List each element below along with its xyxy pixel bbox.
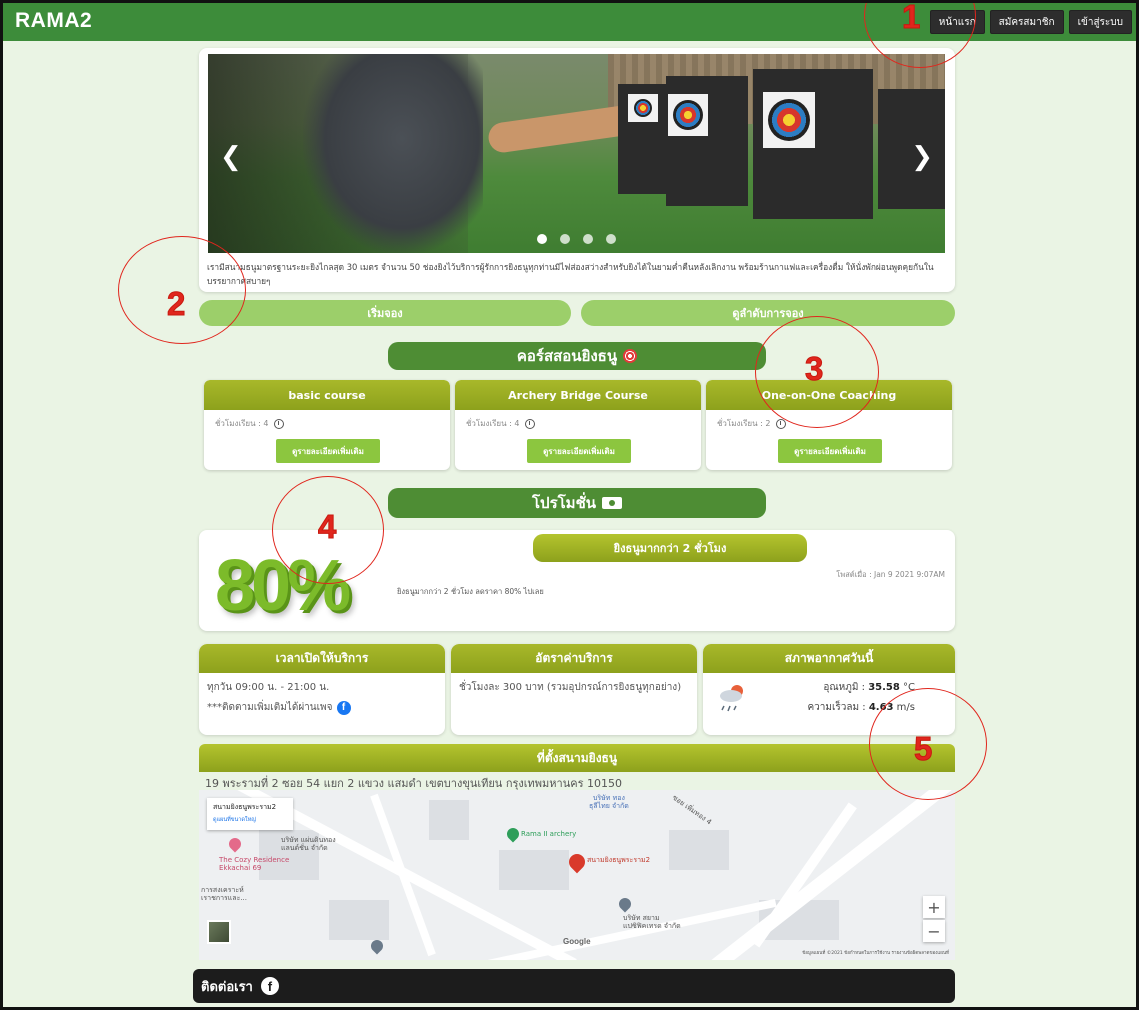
course-hours: ชั่วโมงเรียน : 4 <box>215 417 285 430</box>
annotation-number: 2 <box>166 285 186 323</box>
map-larger-link[interactable]: ดูแผนที่ขนาดใหญ่ <box>213 816 287 824</box>
map-label-rama-archery: Rama II archery <box>521 830 577 838</box>
promotion-title: โปรโมชั่น <box>388 488 766 518</box>
annotation-number: 4 <box>317 508 337 546</box>
hero-card: ❮ ❯ เรามีสนามธนูมาตรฐานระยะยิงไกลสุด 30 … <box>199 48 955 292</box>
promotion-text: ยิงธนูมากกว่า 2 ชั่วโมง ลดราคา 80% ไปเลย <box>397 587 544 596</box>
promotion-headline[interactable]: ยิงธนูมากกว่า 2 ชั่วโมง <box>533 534 807 562</box>
course-detail-button[interactable]: ดูรายละเอียดเพิ่มเติม <box>527 439 631 463</box>
annotation-number: 1 <box>901 0 921 36</box>
hero-caption: เรามีสนามธนูมาตรฐานระยะยิงไกลสุด 30 เมตร… <box>207 262 934 286</box>
map-label-company-top: บริษัท ทอง ธุลีไทย จำกัด <box>589 794 629 810</box>
carousel-prev-arrow[interactable]: ❮ <box>220 142 242 172</box>
map-pin-icon[interactable] <box>226 835 244 853</box>
rates-text: ชั่วโมงละ 300 บาท (รวมอุปกรณ์การยิงธนูทุ… <box>459 682 682 693</box>
course-hours: ชั่วโมงเรียน : 2 <box>717 417 787 430</box>
register-button[interactable]: สมัครสมาชิก <box>989 10 1064 34</box>
follow-page-line: ***ติดตามเพิ่มเติมได้ผ่านเพจ f <box>207 700 351 715</box>
opening-hours-card: เวลาเปิดให้บริการ ทุกวัน 09:00 น. - 21:0… <box>199 644 445 735</box>
weather-storm-icon <box>720 685 743 712</box>
clock-icon <box>274 418 285 429</box>
temperature-label: อุณหภูมิ : <box>823 682 869 693</box>
map-label-company-bottom: บริษัท สยาม แปซิฟิคเทรด จำกัด <box>623 914 681 930</box>
course-hours-text: ชั่วโมงเรียน : 2 <box>717 419 771 428</box>
opening-hours-title: เวลาเปิดให้บริการ <box>199 644 445 673</box>
booking-queue-button[interactable]: ดูลำดับการจอง <box>581 300 955 326</box>
course-detail-button[interactable]: ดูรายละเอียดเพิ่มเติม <box>276 439 380 463</box>
course-hours-text: ชั่วโมงเรียน : 4 <box>215 419 269 428</box>
carousel-image: ❮ ❯ <box>208 54 945 253</box>
carousel-indicators <box>208 234 945 244</box>
course-card: basic course ชั่วโมงเรียน : 4 ดูรายละเอี… <box>204 380 450 470</box>
wind-label: ความเร็วลม : <box>807 702 869 713</box>
carousel-dot[interactable] <box>560 234 570 244</box>
course-hours-text: ชั่วโมงเรียน : 4 <box>466 419 520 428</box>
contact-label: ติดต่อเรา <box>201 979 253 995</box>
map-pin-icon[interactable] <box>616 895 634 913</box>
courses-title-text: คอร์สสอนยิงธนู <box>516 347 618 365</box>
course-card: Archery Bridge Course ชั่วโมงเรียน : 4 ด… <box>455 380 701 470</box>
map-label-soi: ซอย เพิ่มทอง 4 <box>670 793 713 827</box>
course-hours: ชั่วโมงเรียน : 4 <box>466 417 536 430</box>
carousel-dot[interactable] <box>606 234 616 244</box>
map-label-welfare: การสงเคราะห์ เราชการและ... <box>201 886 247 902</box>
start-booking-button[interactable]: เริ่มจอง <box>199 300 571 326</box>
map-footer-text: ข้อมูลแผนที่ ©2021 ข้อกำหนดในการใช้งาน ร… <box>802 951 949 956</box>
course-name: basic course <box>204 380 450 410</box>
map-label-target-place: สนามยิงธนูพระราม2 <box>587 856 651 864</box>
google-map[interactable]: สนามยิงธนูพระราม2 ดูแผนที่ขนาดใหญ่ บริษั… <box>199 790 955 960</box>
clock-icon <box>525 418 536 429</box>
google-logo: Google <box>563 937 591 946</box>
facebook-icon[interactable]: f <box>260 977 279 995</box>
promotion-title-text: โปรโมชั่น <box>531 494 596 512</box>
carousel-dot[interactable] <box>537 234 547 244</box>
temperature-value: 35.58 <box>868 682 900 693</box>
carousel-next-arrow[interactable]: ❯ <box>911 142 933 172</box>
promotion-posted-date: โพสต์เมื่อ : Jan 9 2021 9:07AM <box>836 570 945 579</box>
opening-hours-text: ทุกวัน 09:00 น. - 21:00 น. <box>207 682 330 693</box>
map-place-name: สนามยิงธนูพระราม2 <box>213 803 277 811</box>
annotation-number: 5 <box>913 730 933 768</box>
map-pin-icon[interactable] <box>504 825 522 843</box>
carousel-dot[interactable] <box>583 234 593 244</box>
rates-title: อัตราค่าบริการ <box>451 644 697 673</box>
map-label-cozy: The Cozy Residence Ekkachai 69 <box>219 856 290 872</box>
course-name: Archery Bridge Course <box>455 380 701 410</box>
map-label-company-left: บริษัท แผ่นดินทอง แลนด์ชั่น จำกัด <box>281 836 336 852</box>
map-zoom-in-button[interactable]: + <box>923 896 945 918</box>
course-detail-button[interactable]: ดูรายละเอียดเพิ่มเติม <box>778 439 882 463</box>
annotation-number: 3 <box>804 350 824 388</box>
map-info-box: สนามยิงธนูพระราม2 ดูแผนที่ขนาดใหญ่ <box>207 798 293 830</box>
street-view-thumbnail[interactable] <box>207 920 231 944</box>
brand-logo[interactable]: RAMA2 <box>15 9 92 33</box>
map-zoom-out-button[interactable]: − <box>923 920 945 942</box>
target-icon <box>623 349 638 363</box>
contact-footer: ติดต่อเรา f <box>193 969 955 1003</box>
follow-page-text: ***ติดตามเพิ่มเติมได้ผ่านเพจ <box>207 702 333 713</box>
map-pin-icon[interactable] <box>368 937 386 955</box>
location-pin-icon[interactable] <box>565 850 589 874</box>
facebook-icon[interactable]: f <box>336 700 351 715</box>
location-title: ที่ตั้งสนามยิงธนู <box>199 744 955 772</box>
weather-title: สภาพอากาศวันนี้ <box>703 644 955 673</box>
courses-title: คอร์สสอนยิงธนู <box>388 342 766 370</box>
login-button[interactable]: เข้าสู่ระบบ <box>1068 10 1132 34</box>
money-icon <box>602 497 622 509</box>
rates-card: อัตราค่าบริการ ชั่วโมงละ 300 บาท (รวมอุป… <box>451 644 697 735</box>
